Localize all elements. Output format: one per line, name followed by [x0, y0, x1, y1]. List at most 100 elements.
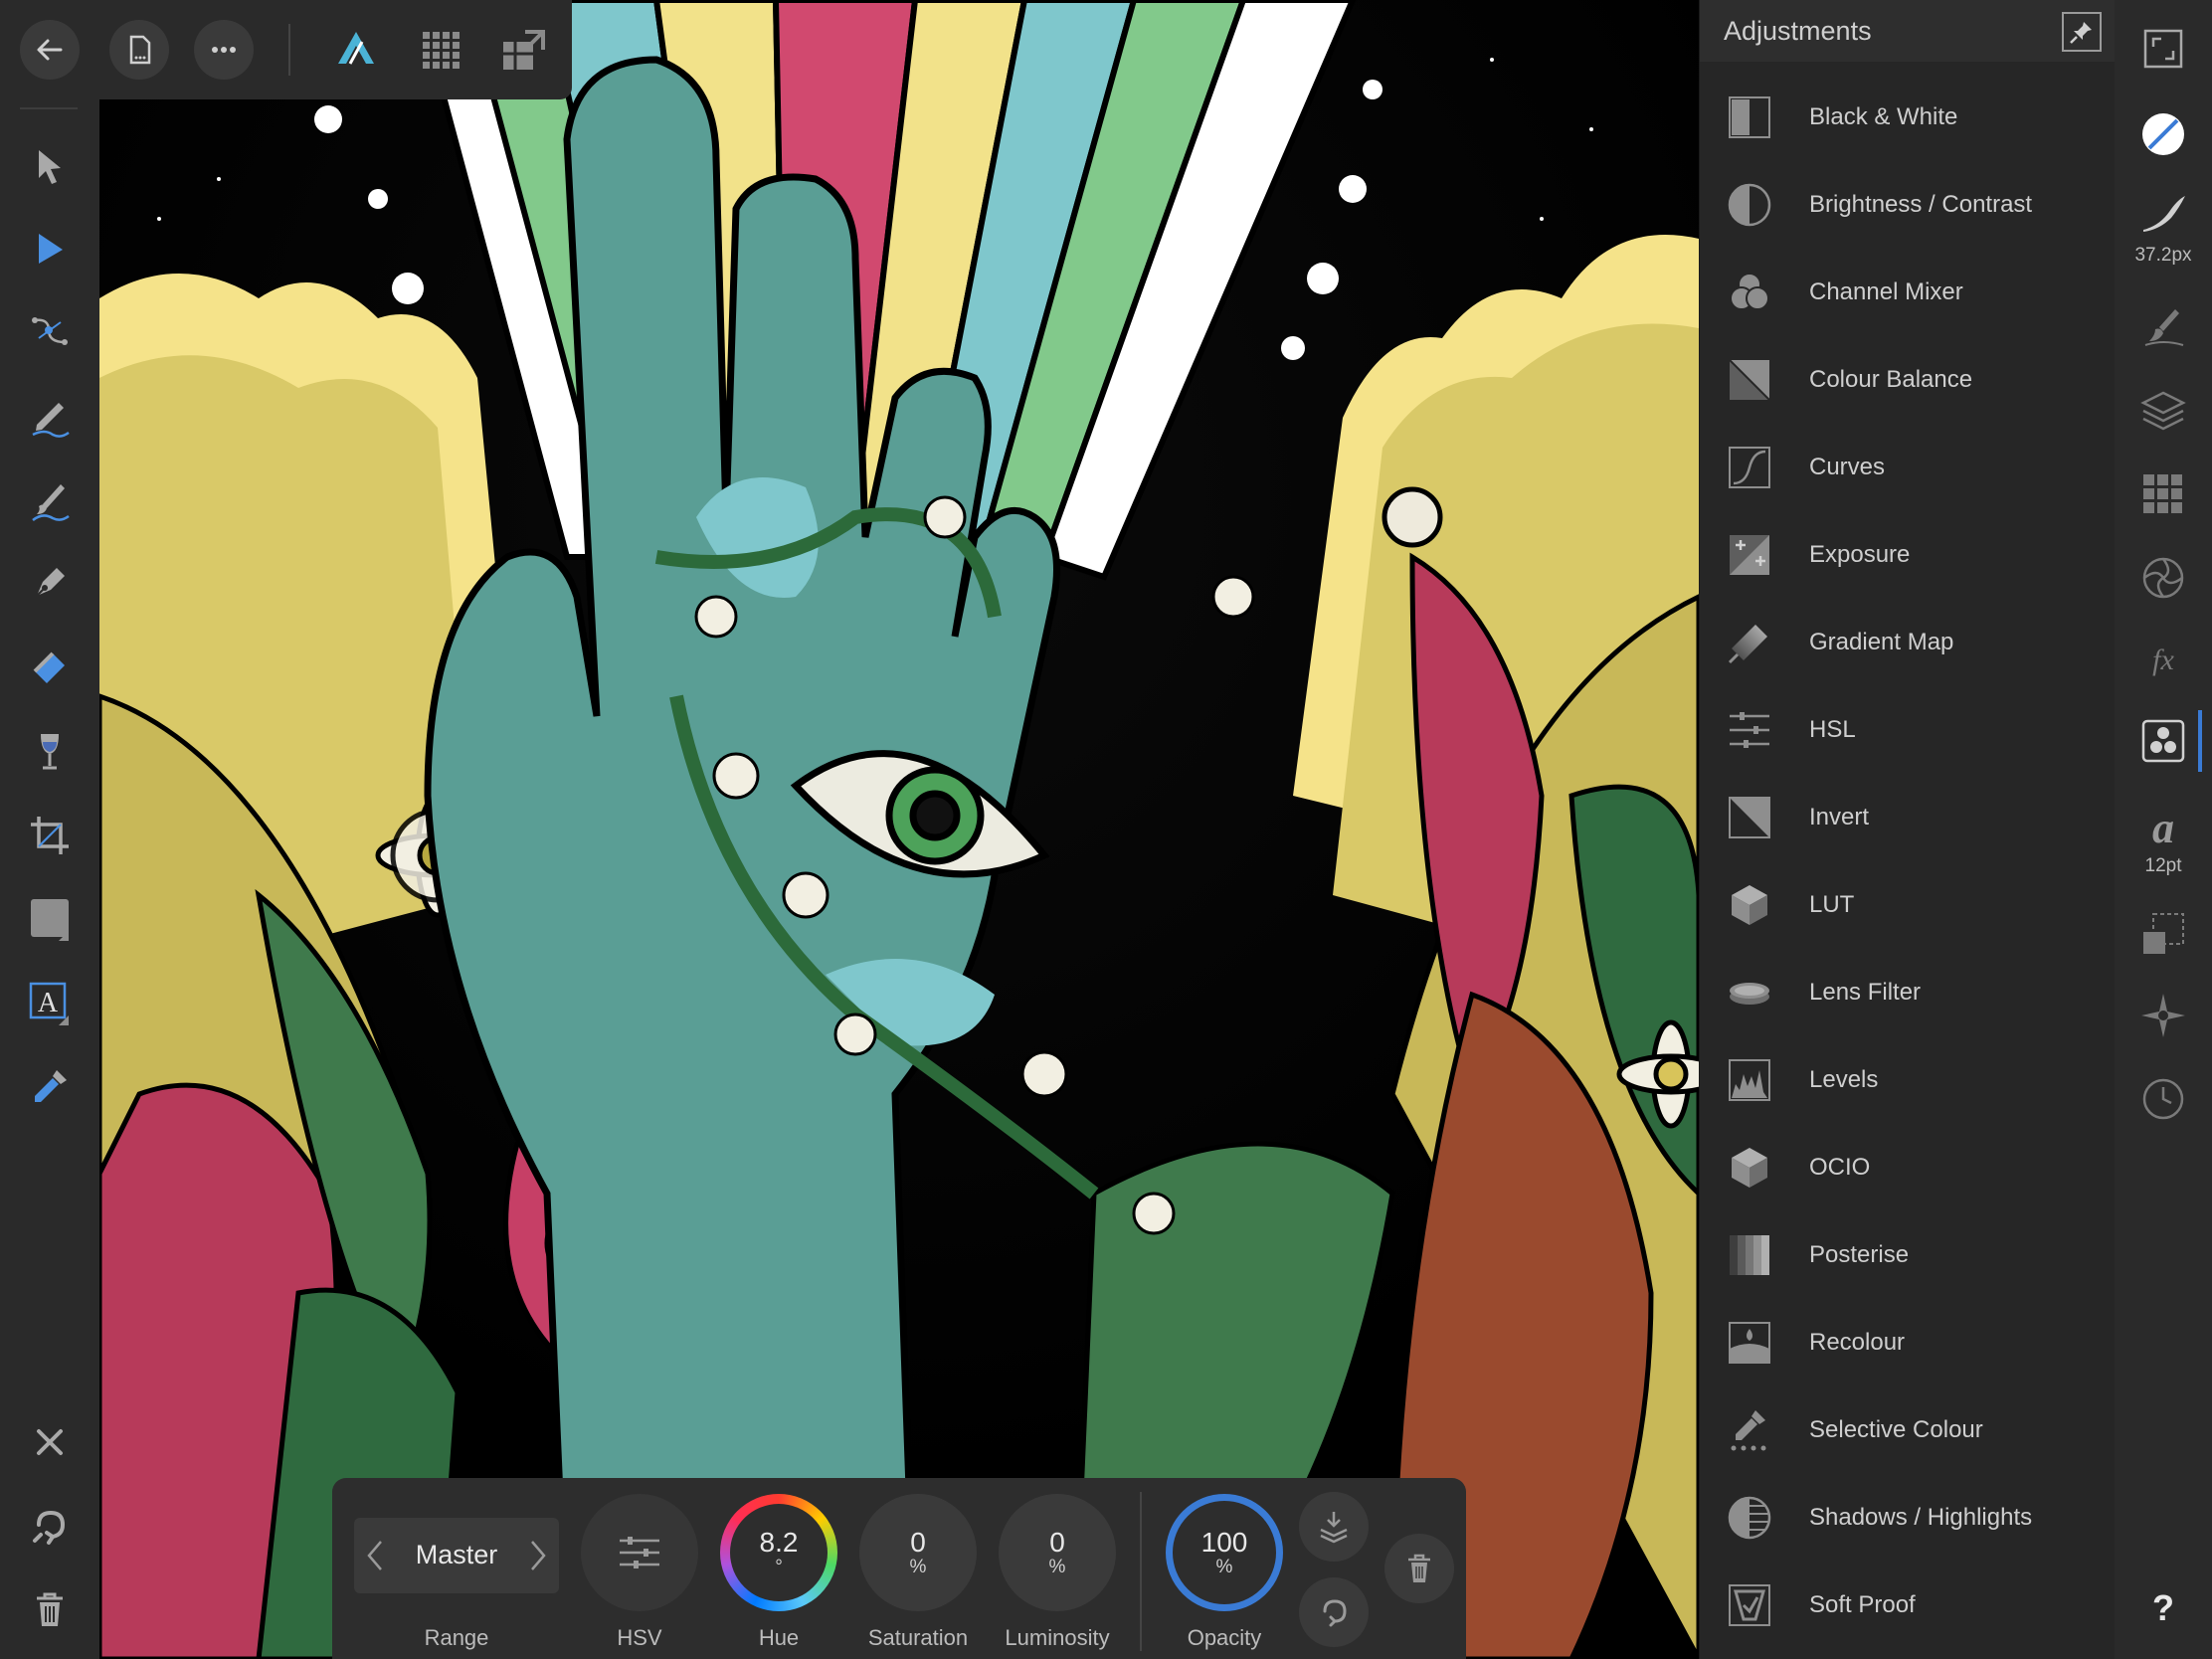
help-icon: ?: [2152, 1587, 2174, 1628]
svg-text:a: a: [2152, 804, 2174, 850]
svg-text:fx: fx: [2152, 644, 2174, 676]
adjustment-ocio[interactable]: OCIO: [1700, 1124, 2116, 1211]
adjustment-brightness-contrast[interactable]: Brightness / Contrast: [1700, 161, 2116, 249]
effects-studio-button[interactable]: fx: [2132, 629, 2194, 690]
cancel-button[interactable]: [20, 1412, 80, 1472]
export-persona-button[interactable]: [495, 22, 551, 78]
adjustment-selective-colour[interactable]: Selective Colour: [1700, 1386, 2116, 1474]
adjustment-hsl[interactable]: HSL: [1700, 686, 2116, 774]
color-picker-tool-icon: [35, 1070, 67, 1102]
layers-studio-button[interactable]: [2132, 380, 2194, 442]
history-studio-button[interactable]: [2132, 1068, 2194, 1130]
more-dots-icon: [212, 47, 236, 53]
colour-swatch-button[interactable]: [2132, 103, 2194, 165]
adjustment-label: Exposure: [1809, 541, 1911, 568]
pixel-persona-button[interactable]: [413, 22, 468, 78]
delete-button[interactable]: [20, 1579, 80, 1639]
curves-icon: [1729, 447, 1770, 488]
crop-tool[interactable]: [20, 806, 80, 865]
active-studio-indicator: [2198, 710, 2202, 772]
adjustment-recolour[interactable]: Recolour: [1700, 1299, 2116, 1386]
text-style-button[interactable]: a: [2132, 796, 2194, 857]
adjustment-colour-balance[interactable]: Colour Balance: [1700, 336, 2116, 424]
delete-adjustment-button[interactable]: [1384, 1534, 1454, 1603]
colour-wheel-icon: [2142, 557, 2184, 599]
opacity-dial[interactable]: 100 %: [1166, 1494, 1283, 1611]
posterise-icon: [1730, 1235, 1769, 1275]
selection-tool[interactable]: [20, 219, 80, 278]
adjustment-channel-mixer[interactable]: Channel Mixer: [1700, 249, 2116, 336]
hue-label: Hue: [758, 1625, 800, 1650]
brush-tool-icon: [32, 484, 70, 522]
photo-persona-button[interactable]: [328, 22, 384, 78]
hue-dial[interactable]: 8.2 °: [720, 1494, 837, 1611]
fill-tool[interactable]: [20, 637, 80, 696]
adjustments-studio-button[interactable]: [2132, 710, 2194, 772]
adjustment-lut[interactable]: LUT: [1700, 861, 2116, 949]
luminosity-label: Luminosity: [1005, 1625, 1110, 1650]
adjustments-header: Adjustments: [1700, 0, 2116, 62]
adjustment-posterise[interactable]: Posterise: [1700, 1211, 2116, 1299]
transform-icon: [2143, 913, 2184, 954]
adjustment-soft-proof[interactable]: Soft Proof: [1700, 1562, 2116, 1649]
color-picker-tool[interactable]: [20, 1057, 80, 1117]
text-tool[interactable]: A: [20, 973, 80, 1032]
adjustment-lens-filter[interactable]: Lens Filter: [1700, 949, 2116, 1036]
document-button[interactable]: [109, 20, 169, 80]
back-button[interactable]: [20, 20, 80, 80]
range-selector[interactable]: Master: [354, 1518, 559, 1593]
studio-bar: 37.2px fx a 12pt ?: [2115, 0, 2212, 1659]
transform-studio-button[interactable]: [2132, 903, 2194, 965]
selection-tool-icon: [39, 234, 63, 264]
brush-size-button[interactable]: [2132, 183, 2194, 245]
luminosity-dial[interactable]: 0 %: [999, 1494, 1116, 1611]
black-white-icon: [1729, 96, 1770, 138]
adjustment-label: Lens Filter: [1809, 979, 1922, 1006]
adjustment-gradient-map[interactable]: Gradient Map: [1700, 599, 2116, 686]
luminosity-unit: %: [1048, 1557, 1066, 1577]
adjustment-black-white[interactable]: Black & White: [1700, 74, 2116, 161]
reset-button[interactable]: [1299, 1577, 1369, 1647]
document-canvas[interactable]: [99, 0, 1699, 1659]
pin-icon: [2070, 22, 2092, 44]
merge-button[interactable]: [1299, 1492, 1369, 1562]
pixel-persona-icon: [423, 32, 460, 69]
help-button[interactable]: ?: [2132, 1577, 2194, 1639]
lens-filter-icon: [1730, 983, 1769, 1005]
pencil-tool[interactable]: [20, 386, 80, 446]
adjustment-curves[interactable]: Curves: [1700, 424, 2116, 511]
brushes-studio-button[interactable]: [2132, 294, 2194, 356]
selective-colour-icon: [1731, 1410, 1766, 1451]
hue-value: 8.2: [759, 1527, 799, 1558]
adjustment-label: Brightness / Contrast: [1809, 191, 2033, 218]
brush-tool[interactable]: [20, 469, 80, 529]
artwork-illustration: [99, 0, 1699, 1659]
chevron-right-icon: [531, 1541, 546, 1570]
colour-studio-button[interactable]: [2132, 547, 2194, 609]
range-next-button[interactable]: [523, 1536, 553, 1575]
hsv-button[interactable]: [581, 1494, 698, 1611]
undo-button[interactable]: [20, 1496, 80, 1556]
levels-icon: [1729, 1059, 1770, 1101]
adjustment-invert[interactable]: Invert: [1700, 774, 2116, 861]
move-tool[interactable]: [20, 137, 80, 197]
swatches-studio-button[interactable]: [2132, 463, 2194, 525]
adjustment-label: Curves: [1809, 454, 1886, 480]
opacity-value: 100: [1200, 1527, 1248, 1558]
adjustment-label: Shadows / Highlights: [1809, 1504, 2033, 1531]
adjustment-shadows-highlights[interactable]: Shadows / Highlights: [1700, 1474, 2116, 1562]
adjustment-exposure[interactable]: Exposure: [1700, 511, 2116, 599]
navigator-studio-button[interactable]: [2132, 985, 2194, 1046]
brush-size-label: 37.2px: [2134, 245, 2192, 266]
shadows-highlights-icon: [1728, 1496, 1771, 1540]
shape-tool[interactable]: [20, 888, 80, 948]
pen-tool[interactable]: [20, 553, 80, 613]
node-tool[interactable]: [20, 301, 80, 361]
glass-tool[interactable]: [20, 721, 80, 781]
fullscreen-button[interactable]: [2132, 18, 2194, 80]
tools-divider: [20, 107, 78, 109]
more-button[interactable]: [194, 20, 254, 80]
pin-panel-button[interactable]: [2062, 12, 2102, 52]
adjustment-levels[interactable]: Levels: [1700, 1036, 2116, 1124]
saturation-dial[interactable]: 0 %: [859, 1494, 977, 1611]
